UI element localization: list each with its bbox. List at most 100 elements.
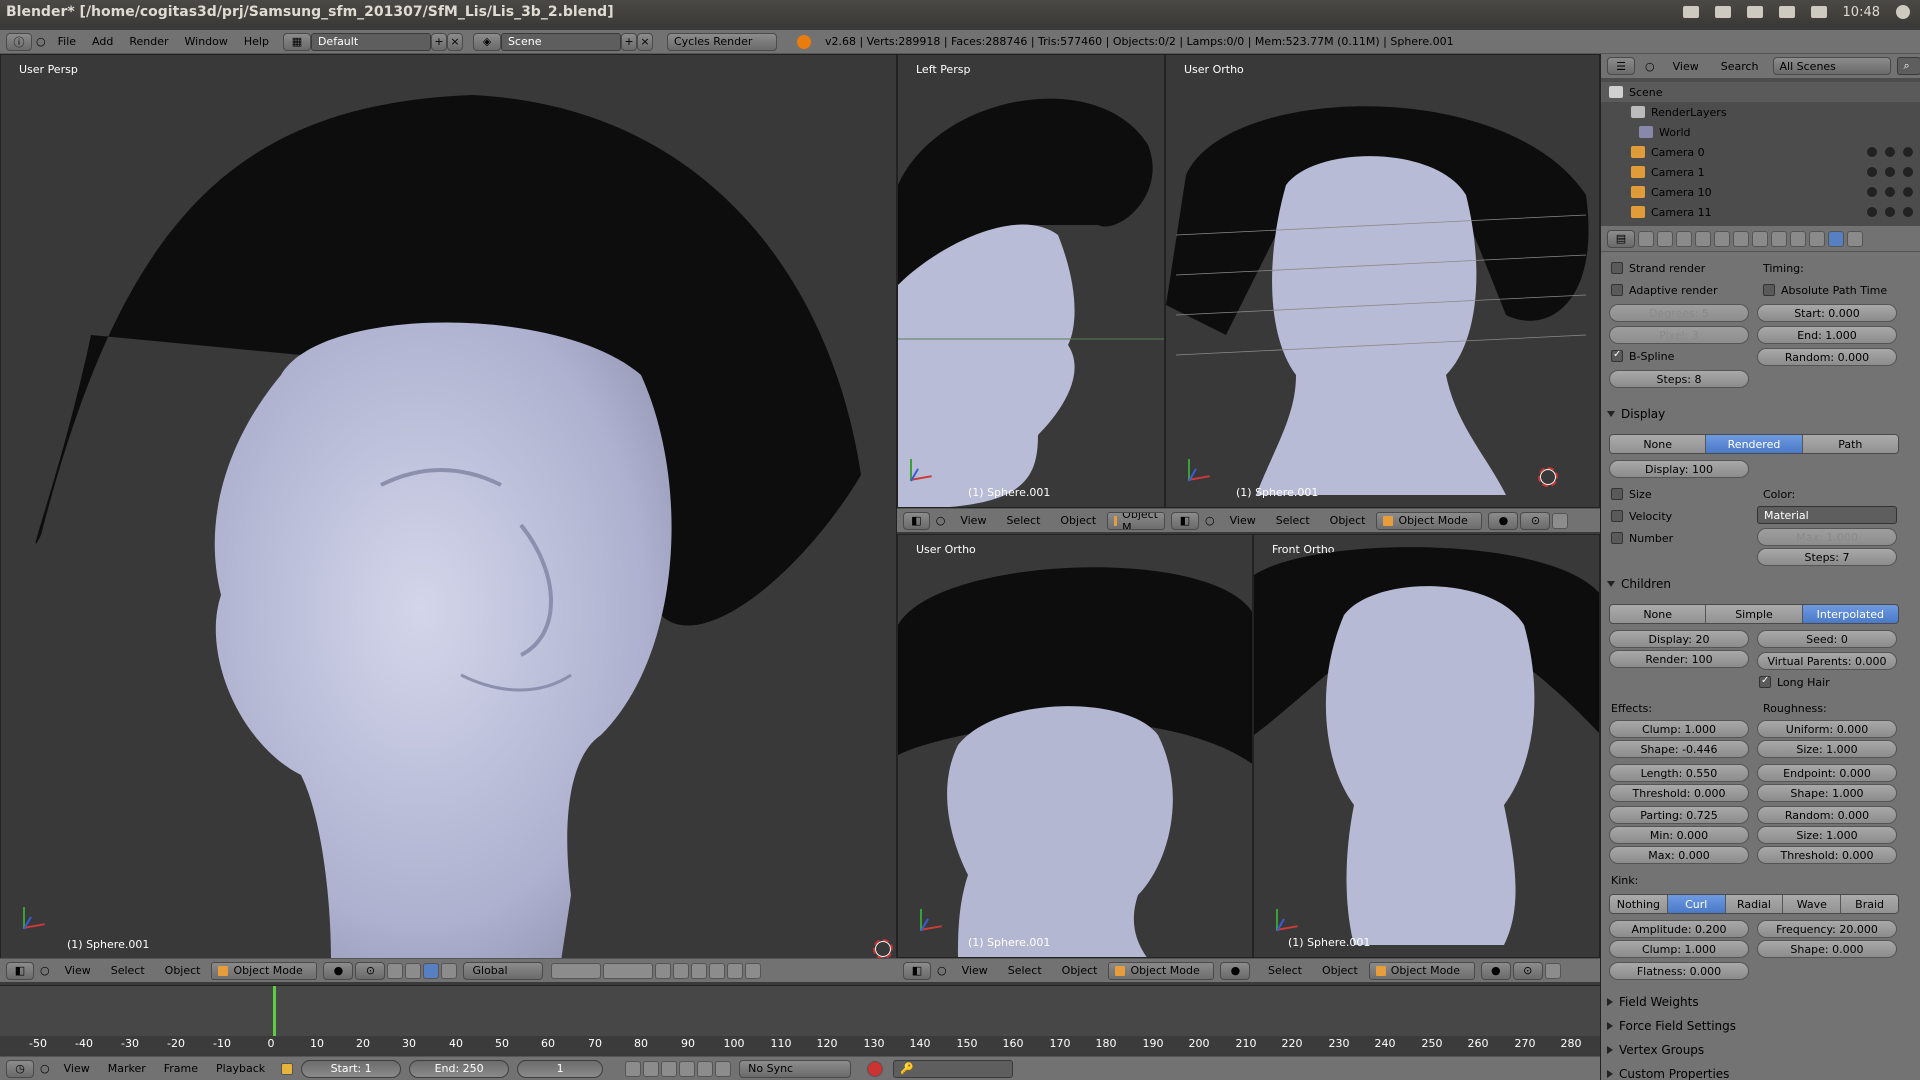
- current-frame-field[interactable]: 1: [517, 1060, 603, 1078]
- cloud-icon[interactable]: [1715, 6, 1731, 18]
- shading-select[interactable]: ●: [1481, 962, 1511, 980]
- menu-select[interactable]: Select: [997, 514, 1049, 527]
- menu-playback[interactable]: Playback: [208, 1062, 273, 1075]
- layout-field[interactable]: Default: [311, 33, 431, 51]
- length-field[interactable]: Length: 0.550: [1609, 764, 1749, 782]
- editor-type-button[interactable]: ▤: [1607, 230, 1635, 248]
- menu-render[interactable]: Render: [121, 35, 176, 48]
- pivot-select[interactable]: ⊙: [1520, 512, 1550, 530]
- kink-shape-field[interactable]: Shape: 0.000: [1757, 940, 1897, 958]
- lock-icon[interactable]: [655, 963, 671, 979]
- roughness-size-field[interactable]: Size: 1.000: [1757, 740, 1897, 758]
- layout-icon[interactable]: ▦: [283, 33, 311, 51]
- timeline-ruler[interactable]: -50 -40 -30 -20 -10 0 10 20 30 40 50 60 …: [0, 1036, 1600, 1052]
- seed-field[interactable]: Seed: 0: [1757, 630, 1897, 648]
- mode-select[interactable]: Object Mode: [1108, 962, 1214, 980]
- menu-select[interactable]: Select: [102, 964, 154, 977]
- uniform-field[interactable]: Uniform: 0.000: [1757, 720, 1897, 738]
- kink-radial-button[interactable]: Radial: [1726, 895, 1784, 913]
- scene-icon[interactable]: ◈: [473, 33, 501, 51]
- mail-icon[interactable]: [1747, 6, 1763, 18]
- outliner-row-camera-11[interactable]: Camera 11: [1601, 202, 1920, 222]
- display-amount-field[interactable]: Display: 100: [1609, 460, 1749, 478]
- menu-object[interactable]: Object: [1321, 514, 1375, 527]
- size-checkbox[interactable]: [1611, 488, 1623, 500]
- menu-add[interactable]: Add: [84, 35, 121, 48]
- outliner-row-camera-0[interactable]: Camera 0: [1601, 142, 1920, 162]
- kink-wave-button[interactable]: Wave: [1783, 895, 1841, 913]
- sync-select[interactable]: No Sync: [739, 1060, 851, 1078]
- kink-curl-button[interactable]: Curl: [1668, 895, 1726, 913]
- play-reverse-icon[interactable]: [661, 1061, 677, 1077]
- shading-select[interactable]: ●: [323, 962, 353, 980]
- end-frame-field[interactable]: End: 250: [409, 1060, 509, 1078]
- menu-view[interactable]: View: [56, 1062, 98, 1075]
- color-steps-field[interactable]: Steps: 7: [1757, 548, 1897, 566]
- remove-layout-button[interactable]: ×: [447, 33, 463, 51]
- render-icon[interactable]: [1903, 207, 1913, 217]
- texture-tab-icon[interactable]: [1809, 231, 1825, 247]
- clump-field[interactable]: Clump: 1.000: [1609, 720, 1749, 738]
- menu-object[interactable]: Object: [1053, 964, 1107, 977]
- play-icon[interactable]: [679, 1061, 695, 1077]
- outliner-row-world[interactable]: World: [1601, 122, 1920, 142]
- roughness-threshold-field[interactable]: Threshold: 0.000: [1757, 846, 1897, 864]
- kink-clump-field[interactable]: Clump: 1.000: [1609, 940, 1749, 958]
- steps-field[interactable]: Steps: 8: [1609, 370, 1749, 388]
- end-field[interactable]: End: 1.000: [1757, 326, 1897, 344]
- collapse-icon[interactable]: ○: [933, 964, 951, 977]
- menu-view[interactable]: View: [56, 964, 100, 977]
- strand-render-checkbox[interactable]: [1611, 262, 1623, 274]
- menu-window[interactable]: Window: [177, 35, 236, 48]
- camera-icon[interactable]: [745, 963, 761, 979]
- editor-type-button[interactable]: ☰: [1607, 57, 1635, 75]
- editor-type-button[interactable]: ◧: [903, 962, 931, 980]
- add-scene-button[interactable]: +: [621, 33, 637, 51]
- collapse-icon[interactable]: ○: [32, 35, 50, 48]
- clock[interactable]: 10:48: [1843, 5, 1880, 20]
- roughness-random-field[interactable]: Random: 0.000: [1757, 806, 1897, 824]
- collapse-icon[interactable]: ○: [932, 514, 950, 527]
- children-none-button[interactable]: None: [1610, 605, 1706, 623]
- amplitude-field[interactable]: Amplitude: 0.200: [1609, 920, 1749, 938]
- menu-view[interactable]: View: [1221, 514, 1265, 527]
- dropbox-icon[interactable]: [1683, 6, 1699, 18]
- max-field[interactable]: Max: 1.000: [1757, 528, 1897, 546]
- custom-props-section-header[interactable]: Custom Properties: [1607, 1064, 1911, 1080]
- menu-view[interactable]: View: [1665, 60, 1707, 73]
- menu-select[interactable]: Select: [1259, 964, 1311, 977]
- menu-help[interactable]: Help: [236, 35, 277, 48]
- collapse-icon[interactable]: ○: [1641, 60, 1659, 73]
- render-icon[interactable]: [727, 963, 743, 979]
- eye-icon[interactable]: [1867, 167, 1877, 177]
- cursor-icon[interactable]: [1885, 167, 1895, 177]
- render-icon[interactable]: [1903, 167, 1913, 177]
- collapse-icon[interactable]: ○: [36, 1062, 54, 1075]
- object-tab-icon[interactable]: [1714, 231, 1730, 247]
- scale-icon[interactable]: [441, 963, 457, 979]
- volume-icon[interactable]: [1811, 6, 1827, 18]
- modifiers-tab-icon[interactable]: [1752, 231, 1768, 247]
- layers-tab-icon[interactable]: [1657, 231, 1673, 247]
- world-tab-icon[interactable]: [1695, 231, 1711, 247]
- degrees-field[interactable]: Degrees: 5: [1609, 304, 1749, 322]
- endpoint-field[interactable]: Endpoint: 0.000: [1757, 764, 1897, 782]
- next-key-icon[interactable]: [697, 1061, 713, 1077]
- absolute-path-time-checkbox[interactable]: [1763, 284, 1775, 296]
- snap-icon[interactable]: [691, 963, 707, 979]
- display-section-header[interactable]: Display: [1607, 404, 1911, 424]
- flatness-field[interactable]: Flatness: 0.000: [1609, 962, 1749, 980]
- velocity-checkbox[interactable]: [1611, 510, 1623, 522]
- add-layout-button[interactable]: +: [431, 33, 447, 51]
- children-section-header[interactable]: Children: [1607, 574, 1911, 594]
- constraints-tab-icon[interactable]: [1733, 231, 1749, 247]
- menu-file[interactable]: File: [50, 35, 84, 48]
- viewport-main[interactable]: User Persp (1) Sphere.001: [0, 54, 897, 960]
- start-frame-field[interactable]: Start: 1: [301, 1060, 401, 1078]
- field-weights-section-header[interactable]: Field Weights: [1607, 992, 1911, 1012]
- menu-view[interactable]: View: [953, 964, 997, 977]
- menu-object[interactable]: Object: [1051, 514, 1105, 527]
- network-icon[interactable]: [1779, 6, 1795, 18]
- menu-marker[interactable]: Marker: [100, 1062, 154, 1075]
- outliner-row-camera-1[interactable]: Camera 1: [1601, 162, 1920, 182]
